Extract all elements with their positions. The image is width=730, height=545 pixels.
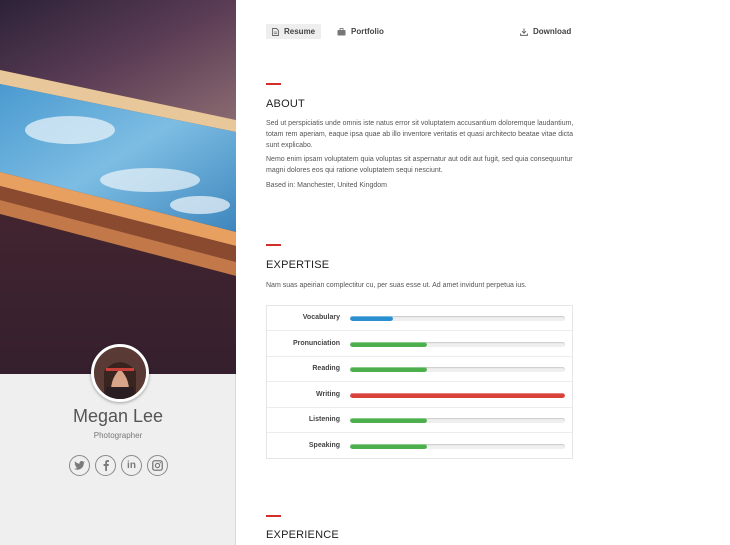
download-label: Download	[533, 27, 572, 36]
about-heading: ABOUT	[266, 98, 305, 110]
skill-track	[350, 316, 565, 321]
expertise-heading: EXPERTISE	[266, 259, 330, 271]
expertise-intro: Nam suas apeirian complectitur cu, per s…	[266, 282, 527, 289]
skill-track	[350, 418, 565, 423]
skill-track	[350, 367, 565, 372]
skill-label: Reading	[312, 365, 340, 372]
briefcase-icon	[337, 27, 346, 35]
linkedin-glyph: in	[127, 460, 136, 471]
skill-fill	[350, 418, 428, 423]
download-link[interactable]: Download	[520, 24, 571, 39]
skill-label: Writing	[316, 390, 340, 398]
profile-name: Megan Lee	[72, 406, 164, 426]
skill-track	[350, 341, 565, 347]
skill-fill	[350, 367, 428, 372]
profile-sidebar: Megan Lee Photographer in	[0, 0, 236, 545]
tab-portfolio-label: Portfolio	[351, 27, 384, 36]
skill-label: Listening	[308, 416, 340, 423]
tab-portfolio[interactable]: Portfolio	[337, 24, 384, 39]
skill-label: Speaking	[308, 441, 340, 449]
skill-row-pronunciation: Pronunciation	[267, 332, 572, 357]
profile-role: Photographer	[93, 431, 143, 440]
facebook-icon[interactable]	[95, 455, 116, 476]
skill-fill	[350, 316, 393, 321]
experience-accent	[266, 515, 281, 517]
linkedin-icon[interactable]: in	[121, 455, 142, 476]
skill-track	[350, 443, 565, 449]
skill-track	[350, 392, 565, 398]
document-icon	[272, 27, 279, 36]
about-location: Based in: Manchester, United Kingdom	[266, 182, 388, 189]
skill-label: Pronunciation	[292, 339, 340, 347]
main-content: Resume Portfolio Download ABOUT Sed ut p…	[237, 0, 730, 545]
skill-row-listening: Listening	[267, 408, 572, 433]
social-links: in	[69, 455, 168, 476]
tab-resume-label: Resume	[284, 27, 316, 36]
experience-heading: EXPERIENCE	[266, 529, 339, 541]
instagram-icon[interactable]	[147, 455, 168, 476]
top-nav: Resume Portfolio Download	[266, 24, 571, 40]
about-paragraph-2: Nemo enim ipsam voluptatem quia voluptas…	[266, 156, 573, 174]
skill-fill	[350, 341, 428, 347]
skill-row-speaking: Speaking	[267, 434, 572, 459]
expertise-accent	[266, 244, 281, 246]
skill-row-reading: Reading	[267, 357, 572, 382]
skill-row-vocabulary: Vocabulary	[267, 306, 572, 331]
skill-fill	[350, 392, 565, 398]
tab-resume[interactable]: Resume	[266, 24, 322, 39]
avatar	[91, 344, 149, 402]
twitter-icon[interactable]	[69, 455, 90, 476]
hero-image	[0, 0, 236, 374]
skill-label: Vocabulary	[302, 314, 340, 321]
skills-table: Vocabulary Pronunciation Reading Writing…	[266, 305, 573, 459]
about-accent	[266, 83, 281, 85]
skill-row-writing: Writing	[267, 383, 572, 408]
skill-fill	[350, 443, 428, 449]
about-paragraph-1: Sed ut perspiciatis unde omnis iste natu…	[266, 120, 574, 149]
download-icon	[520, 28, 528, 36]
